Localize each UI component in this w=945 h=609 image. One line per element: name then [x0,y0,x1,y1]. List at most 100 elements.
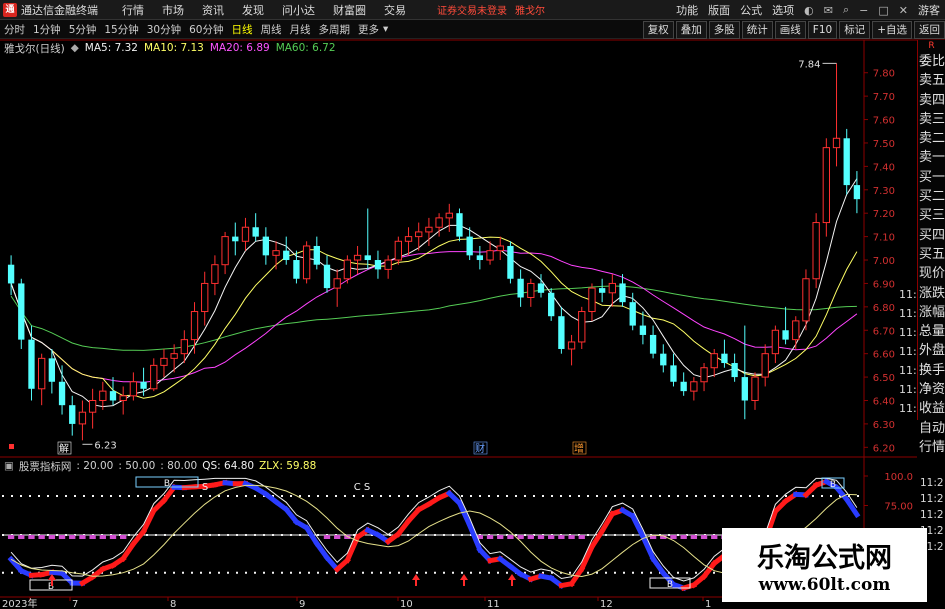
price-tick-label: 6.70 [873,326,895,337]
ind-bar-magenta [517,535,524,539]
candle-body [710,353,718,369]
watermark-banner: 乐淘公式网 www.60lt.com [722,528,927,602]
sidebar-item-1[interactable]: 卖五 [918,71,945,90]
sidebar-item-9[interactable]: 买四 [918,226,945,245]
event-marker-jie[interactable]: 解 [59,442,69,455]
sidebar-item-2[interactable]: 卖四 [918,91,945,110]
candle-body [415,231,423,238]
candle-body [619,283,626,303]
candle-body [741,377,748,401]
price-tick-label: 7.20 [873,209,895,220]
candle-body [639,325,647,335]
date-label: 2023年 [2,597,37,609]
ind-signal-bottom-2[interactable]: B [667,580,673,590]
indicator-qs: QS: 64.80 [202,460,255,472]
ind-signal-s[interactable]: S [202,482,208,493]
date-label: 1 [705,599,711,609]
date-label: 8 [170,599,176,609]
ma5-value: MA5: 7.32 [84,42,138,54]
sidebar-item-0[interactable]: 委比 [918,52,945,71]
moving-average-lines [10,178,858,408]
sidebar-item-8[interactable]: 买三 [918,206,945,225]
candle-body [853,185,861,200]
candle-body [771,329,780,355]
ind-bar-magenta [558,535,565,539]
candle-body [670,365,677,382]
ind-bar-magenta [7,535,15,539]
candle-body [221,236,229,266]
candle-body [48,358,56,382]
sidebar-item-4[interactable]: 卖二 [918,129,945,148]
candle-body [109,391,117,401]
sidebar-item-19[interactable]: 自动 [918,419,945,438]
ind-time-label: 11:2 [920,509,944,521]
ma20-line [10,249,858,383]
sidebar-item-16[interactable]: 换手 [918,361,945,380]
sidebar-item-13[interactable]: 涨幅 [918,303,945,322]
ind-trend-ribbon [649,555,667,577]
candle-body [832,137,841,149]
sidebar-item-18[interactable]: 收益 [918,399,945,418]
sidebar-item-6[interactable]: 买一 [918,168,945,187]
buy-arrow-icon [508,574,516,586]
sidebar-item-17[interactable]: 净资 [918,380,945,399]
sidebar-item-15[interactable]: 外盘 [918,341,945,360]
ma10-value: MA10: 7.13 [143,42,204,54]
event-marker-cai[interactable]: 财 [475,442,485,455]
candle-body [241,226,250,242]
candle-body [782,330,789,340]
indicator-name[interactable]: 股票指标网 [19,459,72,474]
price-tick-label: 6.50 [873,373,895,384]
candle-body [435,217,443,228]
candle-body [731,363,738,378]
ind-bar-magenta [79,535,86,539]
candlestick-series [7,63,861,441]
candle-body [690,381,698,392]
sidebar-item-20[interactable]: 行情 [918,438,945,457]
candle-body [527,282,535,298]
sidebar-item-14[interactable]: 总量 [918,322,945,341]
candle-body [170,353,178,359]
candle-body [353,254,362,261]
sidebar-item-12[interactable]: 涨跌 [918,284,945,303]
sidebar-item-5[interactable]: 卖一 [918,148,945,167]
ind-trend-ribbon [119,540,137,563]
ma10-line [10,236,858,399]
ind-bar-magenta [38,535,45,539]
ind-signal-b[interactable]: B [164,479,170,489]
price-tick-label: 6.40 [873,396,895,407]
candle-body [211,264,219,284]
candle-body [721,353,728,364]
watermark-url: www.60lt.com [758,575,891,595]
candle-body [792,320,800,341]
sidebar-item-11[interactable]: 现价 [918,264,945,283]
kline-chart[interactable]: 7.846.23解财增 BB BBC SS 7.807.707.607.507.4… [0,0,945,609]
price-tick-label: 6.90 [873,279,895,290]
candle-body [486,250,494,261]
candle-body [507,245,514,279]
event-marker-zeng[interactable]: 增 [574,442,584,455]
candle-body [99,390,107,401]
price-tick-label: 6.30 [873,420,895,431]
candle-body [496,245,504,252]
indicator-p1: : 20.00 [76,460,114,472]
candle-body [700,367,708,383]
ind-trend-ribbon [843,495,861,519]
ind-bar-magenta [568,535,575,539]
price-tick-label: 6.20 [873,443,895,454]
sidebar-toggle[interactable]: R [918,40,945,52]
ind-signal-cs[interactable]: C S [354,482,371,493]
indicator-menu-icon[interactable]: ▣ [4,460,14,472]
buy-arrow-icon [412,574,420,586]
date-label: 11 [487,599,500,609]
candle-body [822,147,830,224]
price-tick-label: 6.80 [873,303,895,314]
candle-body [232,236,239,242]
sidebar-item-3[interactable]: 卖三 [918,110,945,129]
sidebar-item-10[interactable]: 买五 [918,245,945,264]
price-tick-label: 7.30 [873,186,895,197]
ind-bar-magenta [28,535,35,539]
sidebar-item-7[interactable]: 买二 [918,187,945,206]
ind-signal-top-right[interactable]: B [830,480,836,490]
legend-menu-icon[interactable]: ◆ [71,42,79,54]
